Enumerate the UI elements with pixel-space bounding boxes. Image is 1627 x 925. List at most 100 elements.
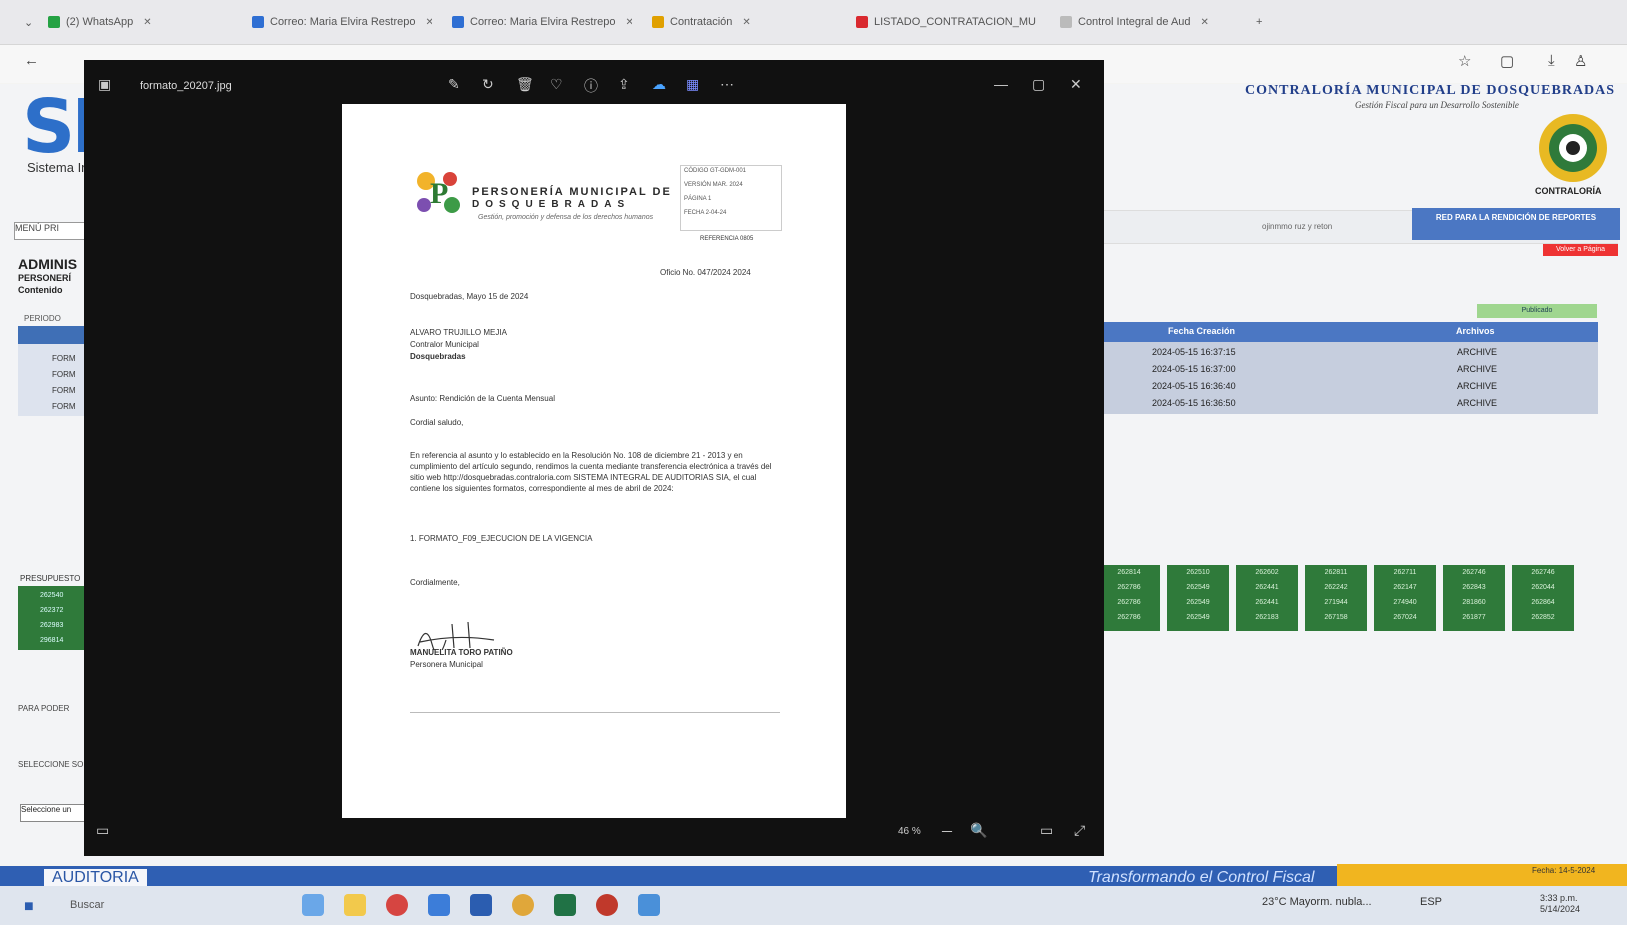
chrome-icon[interactable] [512, 894, 534, 916]
archive-link[interactable]: ARCHIVE [1457, 364, 1497, 374]
budget-grid: 262814 262786 262786 262786 262510 262549 2625… [1098, 565, 1576, 631]
close-icon[interactable]: ✕ [1201, 17, 1209, 28]
office-icon[interactable] [386, 894, 408, 916]
minimize-icon[interactable]: — [994, 76, 1008, 92]
favorite-icon[interactable]: ☆ [1458, 52, 1471, 70]
zoom-in-icon[interactable]: 🔍 [970, 822, 987, 839]
fit-icon[interactable]: ▭ [1040, 822, 1053, 839]
left-table-row[interactable]: FORM [52, 386, 76, 395]
left-table-row[interactable]: FORM [52, 402, 76, 411]
doc-footer-rule [410, 712, 780, 713]
store-icon[interactable] [428, 894, 450, 916]
doc-signer: MANUELITA TORO PATIÑO [410, 648, 513, 657]
budget-cell: 262540 [40, 592, 64, 599]
new-tab-button[interactable]: + [1256, 10, 1262, 34]
favorite-heart-icon[interactable]: ♡ [550, 76, 563, 93]
audit-date: Fecha: 14-5-2024 [1532, 866, 1596, 875]
profile-icon[interactable]: ♙ [1574, 52, 1587, 70]
audit-slogan: Transformando el Control Fiscal [1088, 869, 1315, 886]
close-icon[interactable]: ✕ [143, 17, 151, 28]
left-table-row[interactable]: FORM [52, 370, 76, 379]
budget-value: 262044 [1531, 584, 1555, 591]
tab-label: Contratación [670, 16, 733, 28]
doc-reference: Oficio No. 047/2024 2024 [660, 268, 751, 277]
archive-link[interactable]: ARCHIVE [1457, 347, 1497, 357]
excel-icon[interactable] [554, 894, 576, 916]
delete-icon[interactable]: 🗑 [516, 76, 534, 93]
onedrive-icon[interactable]: ☁ [652, 76, 666, 93]
doc-date: Dosquebradas, Mayo 15 de 2024 [410, 292, 529, 301]
collections-icon[interactable]: ▢ [1500, 52, 1514, 70]
clipchamp-icon[interactable]: ▦ [686, 76, 699, 93]
tab-label: Correo: Maria Elvira Restrepo [270, 16, 416, 28]
weather-widget[interactable]: 23°C Mayorm. nubla... [1262, 896, 1372, 908]
viewer-gallery-icon[interactable]: ▣ [98, 76, 111, 93]
budget-value: 267158 [1324, 614, 1348, 621]
budget-label: PRESUPUESTO [20, 574, 81, 583]
audit-label: AUDITORIA [44, 869, 147, 887]
left-table-row[interactable]: FORM [52, 354, 76, 363]
page-icon [1060, 16, 1072, 28]
clock-time: 3:33 p.m. [1540, 893, 1578, 903]
close-icon[interactable]: ✕ [626, 17, 633, 28]
tab-control-integral[interactable]: Control Integral de Aud ✕ [1060, 10, 1240, 34]
tab-whatsapp[interactable]: (2) WhatsApp ✕ [48, 10, 228, 34]
maximize-icon[interactable]: ▢ [1032, 76, 1045, 93]
org-slogan: Gestión Fiscal para un Desarrollo Sosten… [1355, 100, 1519, 110]
close-icon[interactable]: ✕ [426, 17, 433, 28]
info-icon[interactable]: ⓘ [584, 76, 598, 96]
taskbar-clock[interactable]: 3:33 p.m. 5/14/2024 [1540, 893, 1580, 915]
budget-value: 262814 [1117, 569, 1141, 576]
tray-lang[interactable]: ESP [1420, 896, 1442, 908]
word-icon[interactable] [470, 894, 492, 916]
filmstrip-icon[interactable]: ▭ [96, 822, 109, 839]
mail-icon [252, 16, 264, 28]
edit-icon[interactable]: ✎ [448, 76, 460, 93]
archive-link[interactable]: ARCHIVE [1457, 381, 1497, 391]
table-row-date: 2024-05-15 16:37:15 [1152, 347, 1236, 357]
report-rendition-button[interactable]: RED PARA LA RENDICIÓN DE REPORTES [1412, 208, 1620, 240]
tab-contratacion[interactable]: Contratación ✕ [652, 10, 832, 34]
whatsapp-icon [48, 16, 60, 28]
doc-org-city: DOSQUEBRADAS [472, 199, 631, 210]
back-icon[interactable]: ← [24, 52, 39, 69]
fullscreen-icon[interactable]: ⤢ [1074, 822, 1085, 839]
doc-item: 1. FORMATO_F09_EJECUCION DE LA VIGENCIA [410, 534, 593, 543]
tab-mail-1[interactable]: Correo: Maria Elvira Restrepo ✕ [252, 10, 432, 34]
taskbar-search[interactable]: Buscar [70, 899, 104, 911]
tab-listado[interactable]: LISTADO_CONTRATACION_MU✕ [856, 10, 1036, 34]
budget-cell: 262372 [40, 607, 64, 614]
close-icon[interactable]: ✕ [742, 17, 750, 28]
folder-icon[interactable] [344, 894, 366, 916]
budget-value: 262843 [1462, 584, 1486, 591]
close-window-icon[interactable]: ✕ [1070, 76, 1082, 93]
more-icon[interactable]: ⋯ [720, 76, 734, 93]
budget-value: 262549 [1186, 584, 1210, 591]
budget-value: 262441 [1255, 599, 1279, 606]
photos-icon[interactable] [638, 894, 660, 916]
zoom-out-icon[interactable]: － [940, 822, 954, 842]
start-icon[interactable]: ■ [24, 898, 34, 916]
download-icon[interactable]: ⤓ [1548, 52, 1555, 69]
doc-meta-row: PÁGINA 1 [684, 196, 712, 202]
budget-value: 262811 [1324, 569, 1348, 576]
browser-icon[interactable] [596, 894, 618, 916]
share-icon[interactable]: ⇪ [618, 76, 630, 93]
doc-closing: Cordialmente, [410, 578, 460, 587]
doc-org-slogan: Gestión, promoción y defensa de los dere… [478, 214, 654, 221]
rotate-icon[interactable]: ↻ [482, 76, 494, 93]
budget-value: 262786 [1117, 614, 1141, 621]
explorer-icon[interactable] [302, 894, 324, 916]
back-to-page-button[interactable]: Volver a Página [1543, 244, 1618, 256]
document-select[interactable]: Seleccione un [20, 804, 90, 822]
doc-meta-footer: REFERENCIA 0805 [700, 236, 754, 242]
tab-menu-button[interactable]: ⌄ [24, 10, 33, 34]
budget-value: 262549 [1186, 614, 1210, 621]
nav-mid-text[interactable]: ojinmmo ruz y reton [1262, 222, 1332, 231]
tab-mail-2[interactable]: Correo: Maria Elvira Restrepo ✕ [452, 10, 632, 34]
windows-taskbar [0, 886, 1627, 925]
budget-value: 262441 [1255, 584, 1279, 591]
seal-label: CONTRALORÍA [1535, 186, 1602, 196]
archive-link[interactable]: ARCHIVE [1457, 398, 1497, 408]
budget-value: 262786 [1117, 584, 1141, 591]
